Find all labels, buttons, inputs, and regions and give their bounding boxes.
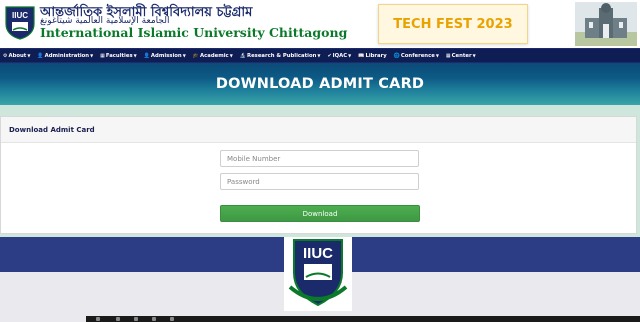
nav-item-label: Library (365, 52, 387, 59)
nav-item-center[interactable]: ▦ Center ▼ (446, 53, 476, 59)
panel-header: Download Admit Card (1, 117, 636, 143)
university-logo[interactable]: IIUC (4, 6, 36, 40)
page-title: DOWNLOAD ADMIT CARD (215, 76, 425, 92)
caret-down-icon: ▼ (317, 53, 321, 58)
nav-item-administration[interactable]: 👤 Administration ▼ (37, 53, 93, 59)
nav-item-research[interactable]: 🔬 Research & Publication ▼ (240, 53, 321, 59)
panel-title: Download Admit Card (9, 125, 95, 134)
university-name-english[interactable]: International Islamic University Chittag… (40, 25, 347, 40)
site-header: IIUC আন্তর্জাতিক ইসলামী বিশ্ববিদ্যালয় চ… (0, 0, 640, 48)
download-button[interactable]: Download (220, 205, 420, 222)
password-input[interactable] (220, 173, 419, 190)
admit-card-form-panel: Download Admit Card Download (0, 116, 637, 234)
caret-down-icon: ▼ (90, 53, 94, 58)
nav-item-label: Conference (400, 52, 435, 59)
crest-text: IIUC (303, 245, 333, 262)
nav-item-faculties[interactable]: ▦ Faculties ▼ (100, 53, 137, 59)
main-navigation: ⚙ About ▼ 👤 Administration ▼ ▦ Faculties ▼ 👤 Ad… (0, 48, 640, 63)
caret-down-icon: ▼ (27, 53, 31, 58)
nav-item-label: Admission (150, 52, 182, 59)
university-crest-icon: IIUC (288, 239, 348, 307)
caret-down-icon: ▼ (182, 53, 186, 58)
gear-icon: ⚙ (3, 52, 8, 59)
globe-icon: 🌐 (393, 52, 400, 59)
taskbar-app-icon[interactable] (134, 317, 138, 321)
taskbar (86, 316, 640, 322)
tech-fest-banner[interactable]: TECH FEST 2023 (378, 4, 528, 44)
nav-item-academic[interactable]: 🎓 Academic ▼ (193, 53, 233, 59)
nav-item-label: Research & Publication (247, 52, 317, 59)
svg-text:IIUC: IIUC (12, 11, 28, 20)
mobile-number-input[interactable] (220, 150, 419, 167)
campus-building-image (575, 2, 637, 46)
nav-item-conference[interactable]: 🌐 Conference ▼ (394, 53, 439, 59)
caret-down-icon: ▼ (133, 53, 137, 58)
caret-down-icon: ▼ (472, 53, 476, 58)
nav-item-library[interactable]: 📖 Library (358, 53, 386, 59)
footer-logo: IIUC (284, 237, 352, 311)
nav-item-label: Center (451, 52, 472, 59)
nav-item-label: About (8, 52, 27, 59)
graduation-cap-icon: 🎓 (192, 52, 199, 59)
caret-down-icon: ▼ (229, 53, 233, 58)
nav-item-admission[interactable]: 👤 Admission ▼ (144, 53, 186, 59)
grid-icon: ▦ (445, 52, 451, 59)
nav-item-label: Faculties (105, 52, 133, 59)
taskbar-app-icon[interactable] (152, 317, 156, 321)
nav-item-label: Academic (200, 52, 229, 59)
grid-icon: ▦ (100, 52, 105, 59)
nav-item-label: IQAC (332, 52, 348, 59)
nav-item-about[interactable]: ⚙ About ▼ (3, 53, 30, 59)
caret-down-icon: ▼ (348, 53, 352, 58)
nav-item-label: Administration (44, 52, 90, 59)
page-banner: DOWNLOAD ADMIT CARD (0, 63, 640, 105)
taskbar-app-icon[interactable] (116, 317, 120, 321)
nav-item-iqac[interactable]: ✔ IQAC ▼ (327, 53, 351, 59)
flask-icon: 🔬 (239, 52, 246, 59)
book-icon: 📖 (358, 52, 365, 59)
taskbar-app-icon[interactable] (96, 317, 100, 321)
user-icon: 👤 (143, 52, 150, 59)
check-icon: ✔ (327, 52, 332, 59)
caret-down-icon: ▼ (435, 53, 439, 58)
user-icon: 👤 (37, 52, 44, 59)
taskbar-app-icon[interactable] (170, 317, 174, 321)
